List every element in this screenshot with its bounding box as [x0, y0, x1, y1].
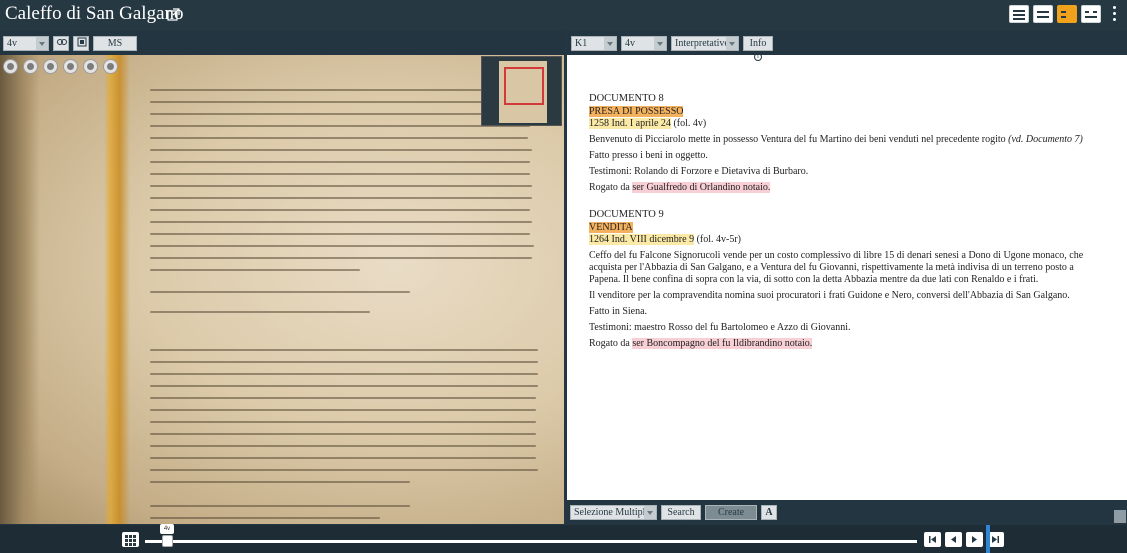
navigator-viewport[interactable]: [504, 67, 544, 105]
edition-level-select[interactable]: Interpretative: [671, 36, 739, 51]
app-header: Caleffo di San Galgano: [0, 0, 1127, 30]
document-8: DOCUMENTO 8 PRESA DI POSSESSO 1258 Ind. …: [589, 93, 1107, 194]
create-index-button[interactable]: Create index: [705, 505, 757, 531]
search-button[interactable]: Search ⚲: [661, 505, 701, 531]
document-heading: DOCUMENTO 8: [589, 93, 664, 104]
more-options-icon[interactable]: [1113, 6, 1117, 24]
text-panel: K1 4v Interpretative Info i DOCUMENTO 8 …: [567, 31, 1127, 531]
folio-select[interactable]: 4v: [3, 36, 49, 51]
thumbnails-grid-icon[interactable]: [122, 532, 139, 547]
image-controls: [3, 59, 118, 74]
app-title: Caleffo di San Galgano: [5, 3, 184, 24]
link-button[interactable]: [53, 36, 69, 51]
selection-mode-value: Selezione Multipla: [574, 507, 650, 518]
page-slider-handle[interactable]: [162, 535, 173, 547]
chevron-down-icon: [36, 37, 48, 50]
info-icon: i: [754, 52, 762, 61]
view-text-icon[interactable]: [1033, 5, 1053, 23]
font-size-icon: A: [765, 507, 773, 518]
info-button[interactable]: Info i: [743, 36, 773, 61]
document-note: (vd. Documento 7): [1008, 134, 1083, 145]
text-toolbar: K1 4v Interpretative Info i: [567, 31, 1127, 61]
page-navigation-buttons: [924, 532, 1004, 547]
previous-page-icon[interactable]: [945, 532, 962, 547]
first-page-icon[interactable]: [924, 532, 941, 547]
document-body: Benvenuto di Picciarolo mette in possess…: [589, 134, 1009, 145]
image-navigator[interactable]: [481, 56, 562, 126]
image-toolbar: 4v MS Desc: [0, 31, 564, 62]
current-position-marker: [986, 525, 990, 553]
manuscript-image[interactable]: [0, 55, 564, 524]
document-place: Fatto presso i beni in oggetto.: [589, 150, 708, 161]
image-panel: 4v MS Desc: [0, 31, 564, 524]
text-folio-select-value: 4v: [625, 38, 635, 49]
ms-desc-button[interactable]: MS Desc: [93, 36, 137, 62]
view-mode-switcher: [1009, 5, 1101, 23]
link-icon: [57, 39, 67, 45]
font-size-button[interactable]: A: [761, 505, 777, 520]
selection-mode-select[interactable]: Selezione Multipla: [570, 505, 657, 520]
slider-tooltip: 4v: [160, 524, 174, 534]
text-footer-toolbar: Selezione Multipla Search ⚲ Create index…: [567, 500, 1127, 531]
external-link-icon[interactable]: [167, 8, 180, 21]
document-folio-ref: (fol. 4v): [670, 118, 707, 129]
search-label: Search: [667, 507, 695, 518]
document-date[interactable]: 1258 Ind. I aprile 24: [589, 118, 671, 129]
edition-level-value: Interpretative: [675, 38, 729, 49]
bottom-navigation: 4v: [0, 524, 1127, 553]
next-page-icon[interactable]: [966, 532, 983, 547]
rogato-prefix: Rogato da: [589, 182, 633, 193]
witness-select[interactable]: K1: [571, 36, 617, 51]
document-notary[interactable]: ser Boncompagno del fu Ildibrandino nota…: [632, 338, 813, 349]
witness-select-value: K1: [575, 38, 588, 49]
document-witnesses: Testimoni: maestro Rosso del fu Bartolom…: [589, 322, 851, 333]
document-place: Fatto in Siena.: [589, 306, 648, 317]
document-9: DOCUMENTO 9 VENDITA 1264 Ind. VIII dicem…: [589, 209, 1107, 350]
document-date[interactable]: 1264 Ind. VIII dicembre 9: [589, 234, 695, 245]
chevron-down-icon: [654, 37, 666, 50]
zoom-out-icon[interactable]: [23, 59, 38, 74]
document-body-2: Il venditore per la compravendita nomina…: [589, 290, 1070, 301]
document-heading: DOCUMENTO 9: [589, 209, 664, 220]
zoom-in-icon[interactable]: [3, 59, 18, 74]
document-type[interactable]: VENDITA: [589, 222, 633, 233]
folio-select-value: 4v: [7, 38, 17, 49]
chevron-down-icon: [604, 37, 616, 50]
document-witnesses: Testimoni: Rolando di Forzore e Dietaviv…: [589, 166, 809, 177]
rogato-prefix: Rogato da: [589, 338, 633, 349]
home-icon[interactable]: [43, 59, 58, 74]
text-folio-select[interactable]: 4v: [621, 36, 667, 51]
view-image-text-icon[interactable]: [1009, 5, 1029, 23]
thumbnails-button[interactable]: [73, 36, 89, 51]
page-slider-track[interactable]: [145, 540, 917, 543]
thumbnails-icon: [77, 37, 87, 47]
document-body: Ceffo del fu Falcone Signorucoli vende p…: [589, 250, 1084, 285]
chevron-down-icon: [644, 506, 656, 519]
document-text: DOCUMENTO 8 PRESA DI POSSESSO 1258 Ind. …: [589, 93, 1107, 354]
rotate-right-icon[interactable]: [103, 59, 118, 74]
view-image-text-active-icon[interactable]: [1057, 5, 1077, 23]
info-label: Info: [749, 38, 767, 49]
document-folio-ref: (fol. 4v-5r): [694, 234, 742, 245]
view-text-text-icon[interactable]: [1081, 5, 1101, 23]
document-type[interactable]: PRESA DI POSSESSO: [589, 106, 684, 117]
scroll-down-icon[interactable]: [1114, 510, 1126, 523]
document-notary[interactable]: ser Gualfredo di Orlandino notaio.: [632, 182, 771, 193]
chevron-down-icon: [726, 37, 738, 50]
fullscreen-icon[interactable]: [63, 59, 78, 74]
rotate-left-icon[interactable]: [83, 59, 98, 74]
